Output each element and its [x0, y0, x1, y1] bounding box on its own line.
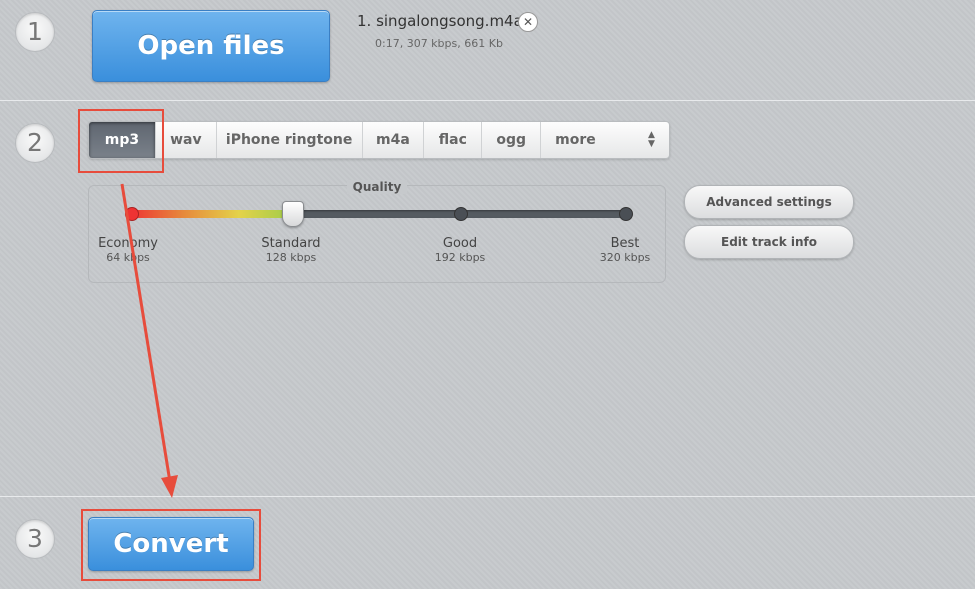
annotation-arrow [120, 183, 178, 498]
